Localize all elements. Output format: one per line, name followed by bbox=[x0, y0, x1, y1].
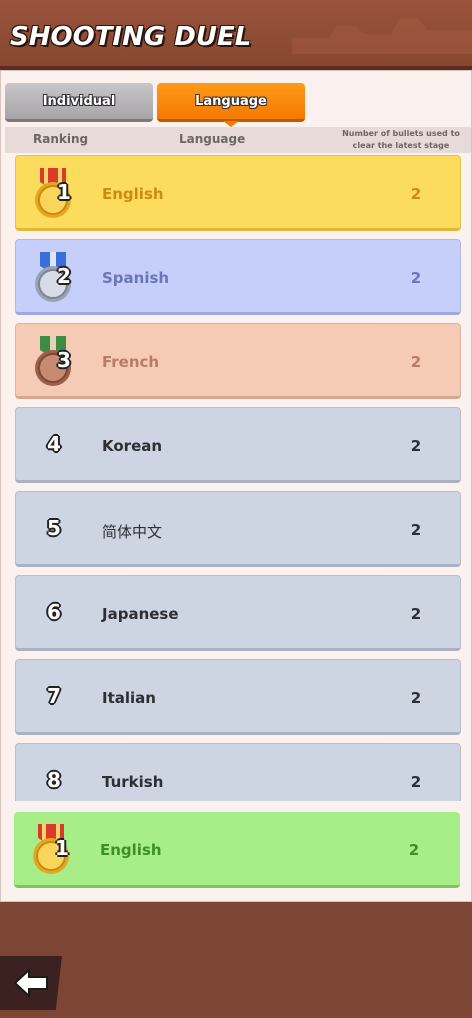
language-name: Korean bbox=[102, 437, 163, 455]
language-name: Turkish bbox=[102, 773, 164, 791]
language-name: English bbox=[100, 841, 162, 859]
column-language: Language bbox=[179, 132, 246, 146]
tab-individual[interactable]: Individual bbox=[5, 83, 153, 122]
ranking-list[interactable]: 1 English 2 2 Spanish 2 3 French 2 4 Kor… bbox=[1, 155, 471, 801]
rank-number: 7 bbox=[47, 684, 61, 708]
column-bullets: Number of bullets used to clear the late… bbox=[342, 129, 460, 150]
column-header: Ranking Language Number of bullets used … bbox=[5, 127, 471, 153]
back-arrow-icon bbox=[13, 968, 48, 998]
bullet-count: 2 bbox=[410, 437, 422, 455]
rank-number: 1 bbox=[57, 180, 71, 204]
ranking-row-8[interactable]: 8 Turkish 2 bbox=[15, 743, 461, 801]
rank-number: 5 bbox=[47, 516, 61, 540]
rank-number: 1 bbox=[55, 836, 69, 860]
ranking-row-5[interactable]: 5 简体中文 2 bbox=[15, 491, 461, 567]
rank-number: 8 bbox=[47, 768, 61, 792]
language-name: 简体中文 bbox=[102, 523, 163, 541]
back-button[interactable] bbox=[0, 956, 62, 1010]
column-ranking: Ranking bbox=[33, 132, 89, 146]
bullet-count: 2 bbox=[410, 689, 422, 707]
rank-number: 6 bbox=[47, 600, 61, 624]
ranking-row-2[interactable]: 2 Spanish 2 bbox=[15, 239, 461, 315]
bullet-count: 2 bbox=[410, 353, 422, 371]
page-title: SHOOTING DUEL bbox=[10, 22, 252, 52]
header-decoration bbox=[292, 18, 472, 54]
rank-number: 3 bbox=[57, 348, 71, 372]
rank-number: 2 bbox=[57, 264, 71, 288]
ranking-row-6[interactable]: 6 Japanese 2 bbox=[15, 575, 461, 651]
language-name: Spanish bbox=[102, 269, 170, 287]
bullet-count: 2 bbox=[410, 773, 422, 791]
ranking-row-7[interactable]: 7 Italian 2 bbox=[15, 659, 461, 735]
leaderboard-panel: Individual Language Ranking Language Num… bbox=[0, 70, 472, 902]
language-name: Japanese bbox=[102, 605, 179, 623]
tab-language[interactable]: Language bbox=[157, 83, 305, 127]
header-bar: SHOOTING DUEL bbox=[0, 0, 472, 70]
ranking-row-3[interactable]: 3 French 2 bbox=[15, 323, 461, 399]
bullet-count: 2 bbox=[410, 185, 422, 203]
rank-number: 4 bbox=[47, 432, 61, 456]
bullet-count: 2 bbox=[410, 521, 422, 539]
my-ranking-row[interactable]: 1 English 2 bbox=[14, 812, 460, 888]
language-name: English bbox=[102, 185, 164, 203]
bullet-count: 2 bbox=[410, 269, 422, 287]
ranking-row-1[interactable]: 1 English 2 bbox=[15, 155, 461, 231]
ranking-row-4[interactable]: 4 Korean 2 bbox=[15, 407, 461, 483]
language-name: Italian bbox=[102, 689, 156, 707]
bullet-count: 2 bbox=[408, 841, 420, 859]
language-name: French bbox=[102, 353, 160, 371]
bullet-count: 2 bbox=[410, 605, 422, 623]
